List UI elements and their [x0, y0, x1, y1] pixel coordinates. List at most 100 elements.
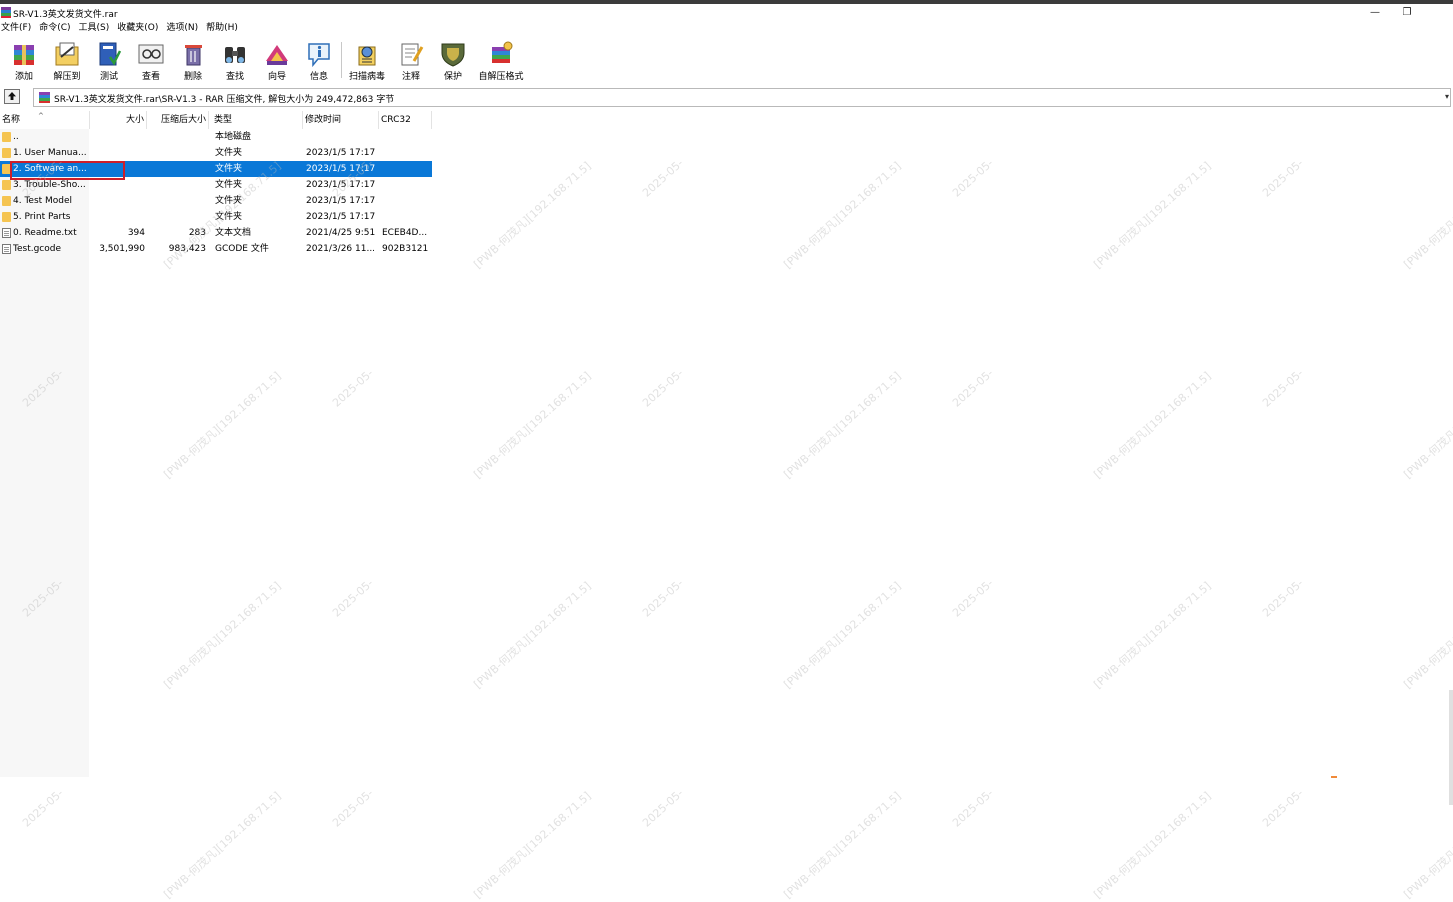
watermark-date: 2025-05-	[640, 786, 686, 830]
watermark-date: 2025-05-	[640, 366, 686, 410]
menu-bar: 文件(F) 命令(C) 工具(S) 收藏夹(O) 选项(N) 帮助(H)	[0, 21, 245, 36]
window-edge-shadow	[1449, 690, 1453, 805]
file-crc	[382, 177, 432, 193]
restore-button[interactable]: ❐	[1394, 5, 1420, 20]
menu-options[interactable]: 选项(N)	[165, 21, 202, 36]
folder-icon	[2, 180, 11, 190]
column-header-type[interactable]: 类型	[212, 111, 303, 129]
file-name: 0. Readme.txt	[13, 228, 77, 238]
rar-archive-icon	[39, 92, 50, 103]
file-modified: 2021/4/25 9:51	[306, 228, 376, 238]
file-type: 文件夹	[215, 148, 243, 158]
file-packed-size: 283	[188, 228, 206, 238]
watermark-date: 2025-05-	[1260, 786, 1306, 830]
folder-icon	[2, 196, 11, 206]
watermark-date: 2025-05-	[1260, 576, 1306, 620]
sort-ascending-icon: ^	[38, 112, 44, 120]
watermark-date: 2025-05-	[640, 576, 686, 620]
watermark-text: [PWB-何茂凡][192.168.71.5]	[781, 579, 904, 692]
watermark-date: 2025-05-	[330, 786, 376, 830]
file-size	[90, 209, 145, 225]
menu-tools[interactable]: 工具(S)	[78, 21, 114, 36]
column-header-name[interactable]: 名称 ^	[0, 111, 90, 129]
file-row[interactable]: 4. Test Model 文件夹 2023/1/5 17:17	[0, 193, 432, 209]
file-type: 文件夹	[215, 180, 243, 190]
watermark-text: [PWB-何茂凡][192.168.71.5]	[161, 579, 284, 692]
column-packed-label: 压缩后大小	[160, 115, 206, 125]
watermark-text: [PWB-何茂凡][192.168.71.5]	[471, 369, 594, 482]
document-icon	[2, 244, 11, 254]
menu-help[interactable]: 帮助(H)	[205, 21, 242, 36]
folder-icon	[2, 148, 11, 158]
menu-commands[interactable]: 命令(C)	[38, 21, 74, 36]
file-row[interactable]: Test.gcode 3,501,990 983,423 GCODE 文件 2021/3…	[0, 241, 432, 257]
highlight-annotation-box	[10, 161, 125, 180]
file-crc	[382, 129, 432, 145]
file-name: 1. User Manua...	[13, 148, 87, 158]
menu-favorites[interactable]: 收藏夹(O)	[116, 21, 162, 36]
folder-icon	[2, 212, 11, 222]
address-bar[interactable]: SR-V1.3英文发货文件.rar\SR-V1.3 - RAR 压缩文件, 解包…	[33, 88, 1451, 107]
watermark-date: 2025-05-	[950, 156, 996, 200]
up-one-level-button[interactable]	[4, 89, 20, 104]
watermark-text: [PWB-何茂凡][192.168.71.5]	[781, 369, 904, 482]
test-icon	[99, 42, 122, 66]
column-crc-label: CRC32	[381, 115, 411, 125]
chevron-down-icon[interactable]: ▾	[1445, 92, 1449, 101]
column-header-size[interactable]: 大小	[90, 111, 147, 129]
protect-button[interactable]: 保护	[431, 38, 475, 84]
restore-icon: ❐	[1402, 7, 1412, 18]
delete-icon	[185, 45, 202, 66]
file-row[interactable]: .. 本地磁盘	[0, 129, 432, 145]
column-header-crc[interactable]: CRC32	[379, 111, 432, 129]
file-crc	[382, 209, 432, 225]
wizard-icon	[266, 45, 288, 65]
watermark-text: [PWB-何茂凡][192.168.71.5]	[1401, 579, 1453, 692]
view-icon	[138, 44, 164, 64]
watermark-text: [PWB-何茂凡][192.168.71.5]	[471, 579, 594, 692]
sfx-icon	[492, 41, 513, 63]
file-type: GCODE 文件	[215, 244, 269, 254]
minimize-button[interactable]: —	[1362, 5, 1388, 20]
virus-scan-icon	[358, 46, 376, 66]
column-name-label: 名称	[2, 115, 21, 125]
watermark-text: [PWB-何茂凡][192.168.71.5]	[1091, 369, 1214, 482]
file-modified: 2023/1/5 17:17	[306, 196, 376, 206]
file-size	[90, 193, 145, 209]
file-size	[90, 145, 145, 161]
watermark-date: 2025-05-	[640, 156, 686, 200]
info-button[interactable]: 信息	[297, 38, 341, 84]
file-modified: 2023/1/5 17:17	[306, 164, 376, 174]
watermark-date: 2025-05-	[950, 786, 996, 830]
file-packed-size	[147, 145, 206, 161]
address-path: SR-V1.3英文发货文件.rar\SR-V1.3 - RAR 压缩文件, 解包…	[54, 95, 395, 105]
column-header-packed[interactable]: 压缩后大小	[147, 111, 209, 129]
file-crc: 902B3121	[382, 244, 429, 254]
column-header-modified[interactable]: 修改时间	[303, 111, 379, 129]
watermark-date: 2025-05-	[20, 786, 66, 830]
file-modified: 2021/3/26 11...	[306, 244, 376, 254]
file-type: 文件夹	[215, 196, 243, 206]
file-crc: ECEB4D...	[382, 228, 428, 238]
comment-icon	[401, 43, 424, 66]
file-type: 文件夹	[215, 212, 243, 222]
menu-file[interactable]: 文件(F)	[0, 21, 35, 36]
file-name: Test.gcode	[13, 244, 62, 254]
find-icon	[225, 47, 245, 63]
watermark-text: [PWB-何茂凡][192.168.71.5]	[161, 369, 284, 482]
winrar-app-icon	[1, 7, 11, 18]
cursor-mark	[1331, 776, 1337, 778]
file-modified: 2023/1/5 17:17	[306, 148, 376, 158]
file-packed-size	[147, 209, 206, 225]
sfx-button[interactable]: 自解压格式	[478, 38, 524, 84]
file-type: 文本文档	[215, 228, 252, 238]
watermark-date: 2025-05-	[1260, 156, 1306, 200]
file-type: 本地磁盘	[215, 132, 252, 142]
file-row[interactable]: 0. Readme.txt 394 283 文本文档 2021/4/25 9:51 ECE…	[0, 225, 432, 241]
file-row[interactable]: 1. User Manua... 文件夹 2023/1/5 17:17	[0, 145, 432, 161]
file-row[interactable]: 5. Print Parts 文件夹 2023/1/5 17:17	[0, 209, 432, 225]
file-packed-size	[147, 161, 206, 177]
column-modified-label: 修改时间	[305, 115, 342, 125]
title-bar: SR-V1.3英文发货文件.rar — ❐	[0, 4, 1453, 21]
file-size: 3,501,990	[99, 244, 145, 254]
